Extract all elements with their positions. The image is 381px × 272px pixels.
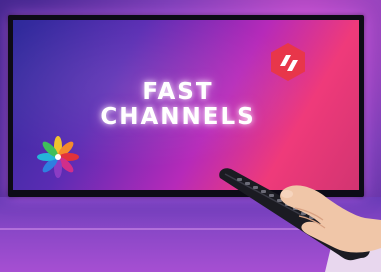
living-room-scene: FAST CHANNELS xyxy=(0,0,381,272)
fast-channels-title: FAST CHANNELS xyxy=(83,80,273,130)
pinwheel-flower-logo-icon xyxy=(37,136,79,178)
hexagon-logo-icon xyxy=(271,43,305,81)
hand-holding-remote xyxy=(219,168,381,272)
title-line-1: FAST xyxy=(142,79,214,105)
title-line-2: CHANNELS xyxy=(100,104,256,130)
